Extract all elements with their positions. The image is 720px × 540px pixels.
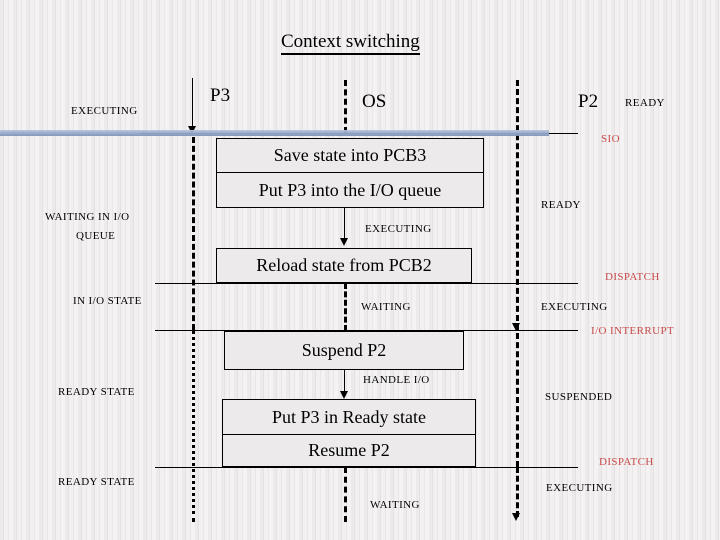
box-suspend-p2[interactable]: Suspend P2 <box>224 331 464 370</box>
right-state-dispatch-1: DISPATCH <box>605 271 660 283</box>
connector-2-arrow-icon <box>340 391 348 399</box>
left-state-queue: QUEUE <box>76 230 116 242</box>
os-timeline-segment-2 <box>344 283 347 331</box>
os-annotation-handle-io: HANDLE I/O <box>363 374 430 386</box>
os-timeline-segment-3 <box>344 467 347 522</box>
left-state-in-io: IN I/O STATE <box>73 295 142 307</box>
p2-timeline-segment-1 <box>516 80 519 330</box>
right-state-executing-1: EXECUTING <box>541 301 608 313</box>
os-annotation-executing: EXECUTING <box>365 223 432 235</box>
page-title: Context switching <box>281 32 420 55</box>
p2-timeline-segment-2 <box>516 333 519 467</box>
p3-timeline-dotted-segment <box>192 330 195 522</box>
box-resume-p2[interactable]: Resume P2 <box>222 434 476 467</box>
left-state-ready-1: READY STATE <box>58 386 135 398</box>
lane-label-p2: P2 <box>578 91 599 112</box>
slide-canvas: Context switching P3 OS P2 EXECUTING WAI… <box>0 0 720 540</box>
box-put-p3-ready[interactable]: Put P3 in Ready state <box>222 399 476 435</box>
highlight-bar <box>0 130 549 136</box>
p3-timeline-dashed-segment <box>192 137 195 330</box>
box-reload-state-pcb2[interactable]: Reload state from PCB2 <box>216 248 472 283</box>
right-state-executing-2: EXECUTING <box>546 482 613 494</box>
event-line-dispatch-1 <box>155 283 578 284</box>
p2-timeline-segment-3 <box>516 467 519 517</box>
right-state-dispatch-2: DISPATCH <box>599 456 654 468</box>
p2-arrow-icon-2 <box>512 513 520 521</box>
right-state-sio: SIO <box>601 133 620 145</box>
box-put-p3-io-queue[interactable]: Put P3 into the I/O queue <box>216 172 484 208</box>
os-annotation-waiting-2: WAITING <box>370 499 420 511</box>
box-save-state-pcb3[interactable]: Save state into PCB3 <box>216 138 484 173</box>
connector-1-arrow-icon <box>340 238 348 246</box>
os-annotation-waiting-1: WAITING <box>361 301 411 313</box>
left-state-waiting-io: WAITING IN I/O <box>45 211 130 223</box>
event-line-dispatch-2 <box>155 467 578 468</box>
right-state-ready-1: READY <box>625 97 665 109</box>
connector-1 <box>344 208 345 240</box>
right-state-suspended: SUSPENDED <box>545 391 613 403</box>
lane-label-os: OS <box>362 91 387 112</box>
right-state-ready-2: READY <box>541 199 581 211</box>
connector-2 <box>344 370 345 393</box>
os-timeline-segment-1 <box>344 80 347 133</box>
left-state-executing: EXECUTING <box>71 105 138 117</box>
right-state-io-interrupt: I/O INTERRUPT <box>591 325 675 337</box>
lane-label-p3: P3 <box>210 85 231 106</box>
left-state-ready-2: READY STATE <box>58 476 135 488</box>
